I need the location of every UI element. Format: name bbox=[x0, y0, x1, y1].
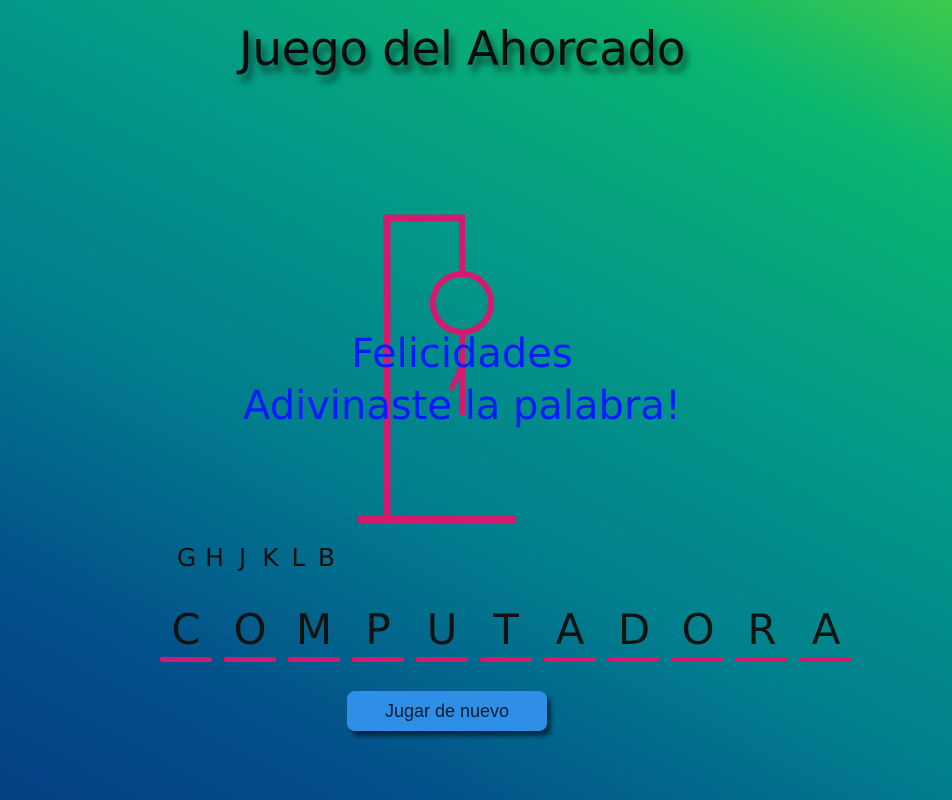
used-letter: J bbox=[238, 543, 248, 572]
letter-slot: U bbox=[414, 604, 470, 662]
letter-underline bbox=[224, 657, 276, 662]
win-message: Felicidades Adivinaste la palabra! bbox=[0, 328, 924, 432]
letter-underline bbox=[608, 657, 660, 662]
letter-underline bbox=[544, 657, 596, 662]
letter: A bbox=[811, 605, 841, 654]
used-letter: L bbox=[291, 543, 307, 572]
letter-underline bbox=[800, 657, 852, 662]
used-letter: H bbox=[205, 543, 225, 572]
used-letter: G bbox=[176, 543, 198, 572]
letter: M bbox=[295, 605, 333, 654]
letter: U bbox=[426, 605, 458, 654]
game-title: Juego del Ahorcado bbox=[238, 22, 686, 77]
letter-underline bbox=[480, 657, 532, 662]
used-letter: B bbox=[317, 543, 337, 572]
used-letter: K bbox=[262, 543, 280, 572]
win-message-line1: Felicidades bbox=[351, 331, 573, 377]
letter-slot: M bbox=[286, 604, 342, 662]
letter: A bbox=[555, 605, 585, 654]
letter-slot: O bbox=[222, 604, 278, 662]
hangman-head bbox=[430, 271, 494, 335]
letter-underline bbox=[288, 657, 340, 662]
letter-slot: A bbox=[542, 604, 598, 662]
letter: O bbox=[233, 605, 267, 654]
letter: O bbox=[681, 605, 715, 654]
play-again-button[interactable]: Jugar de nuevo bbox=[347, 691, 547, 731]
letter: T bbox=[493, 605, 519, 654]
letter-slot: R bbox=[734, 604, 790, 662]
used-letters: G H J K L B bbox=[176, 543, 338, 572]
guessed-word: C O M P U T A D O R A bbox=[158, 604, 854, 662]
letter: C bbox=[171, 605, 201, 654]
letter-underline bbox=[160, 657, 212, 662]
letter-slot: D bbox=[606, 604, 662, 662]
letter-underline bbox=[672, 657, 724, 662]
win-message-line2: Adivinaste la palabra! bbox=[243, 383, 681, 429]
letter: P bbox=[365, 605, 391, 654]
letter-slot: A bbox=[798, 604, 854, 662]
letter: R bbox=[747, 605, 777, 654]
letter-slot: T bbox=[478, 604, 534, 662]
letter-underline bbox=[352, 657, 404, 662]
letter-underline bbox=[736, 657, 788, 662]
letter-slot: O bbox=[670, 604, 726, 662]
letter-underline bbox=[416, 657, 468, 662]
letter-slot: C bbox=[158, 604, 214, 662]
letter-slot: P bbox=[350, 604, 406, 662]
letter: D bbox=[617, 605, 651, 654]
